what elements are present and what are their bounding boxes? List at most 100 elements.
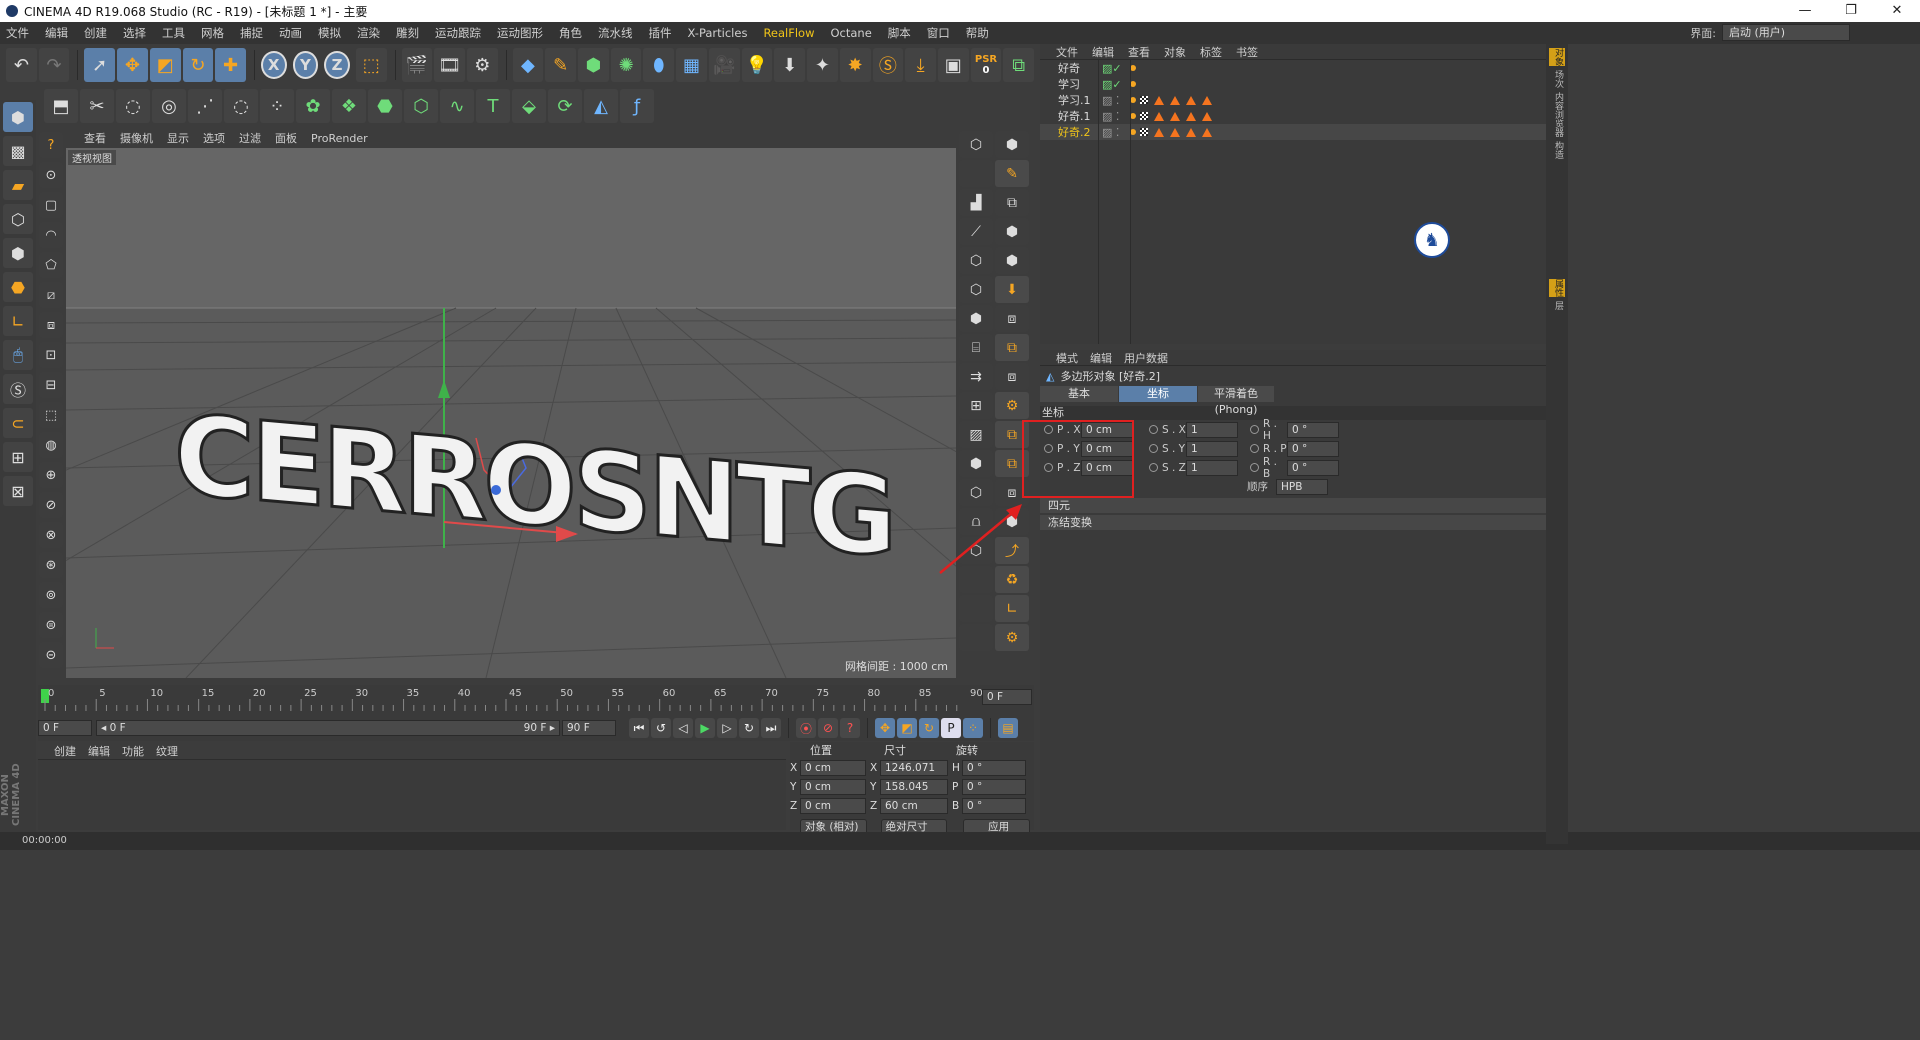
timeline-ruler[interactable]: 0 5 10 15 20 25 30 35 40 45 50 55 60 65 70 75 80 85 90 0 F — [38, 685, 1034, 715]
polygons-mode-icon[interactable]: ⬣ — [3, 272, 33, 302]
solo-icon[interactable]: Ⓢ — [3, 374, 33, 404]
vp-menu-options[interactable]: 选项 — [203, 130, 225, 146]
menu-plugins[interactable]: 插件 — [649, 25, 672, 41]
iron-icon[interactable]: ⊚ — [39, 582, 63, 608]
object-row[interactable]: 学习 ▨✓ — [1040, 76, 1546, 92]
menu-mograph[interactable]: 运动图形 — [497, 25, 543, 41]
play-icon[interactable]: ▶ — [695, 718, 715, 738]
slide-icon[interactable]: ⊘ — [39, 492, 63, 518]
minimize-button[interactable]: — — [1782, 0, 1828, 22]
om-menu-bookmarks[interactable]: 书签 — [1236, 44, 1258, 60]
mirror-icon[interactable]: ⊜ — [39, 612, 63, 638]
go-to-end-icon[interactable]: ⏭ — [761, 718, 781, 738]
om-menu-file[interactable]: 文件 — [1056, 44, 1078, 60]
fx-effector-icon[interactable]: ƒ — [620, 89, 654, 123]
tweak-mode-icon[interactable]: 🖱 — [3, 340, 33, 370]
snap-magnet-icon[interactable]: ⊂ — [3, 408, 33, 438]
subdivision-surface-icon[interactable]: ⬢ — [578, 48, 609, 82]
menu-select[interactable]: 选择 — [123, 25, 146, 41]
side-tool-chart-icon[interactable]: ▟ — [959, 189, 993, 216]
side-tool-layer-drop-icon[interactable]: ⧉ — [995, 334, 1029, 361]
record-key-icon[interactable]: ⦿ — [796, 718, 816, 738]
side-tab-takes[interactable]: 场次 — [1549, 70, 1565, 88]
coordinate-system-icon[interactable]: ⬚ — [355, 48, 387, 82]
vp-menu-display[interactable]: 显示 — [167, 130, 189, 146]
pos-z-field[interactable]: 0 cm — [800, 797, 866, 814]
side-tool-blank3-icon[interactable] — [959, 595, 993, 622]
extrude-icon[interactable]: ⬙ — [512, 89, 546, 123]
scale-icon[interactable]: ◩ — [149, 48, 181, 82]
fracture-icon[interactable]: ⬣ — [368, 89, 402, 123]
s-plugin-icon[interactable]: Ⓢ — [872, 48, 904, 82]
go-to-start-icon[interactable]: ⏮ — [629, 718, 649, 738]
close-button[interactable]: ✕ — [1874, 0, 1920, 22]
rh-animate-radio[interactable] — [1250, 425, 1259, 434]
side-tool-cube2-icon[interactable]: ⬢ — [995, 131, 1029, 158]
side-tool-blank-icon[interactable] — [959, 160, 993, 187]
sy-field[interactable]: 1 — [1186, 440, 1238, 457]
menu-animate[interactable]: 动画 — [279, 25, 302, 41]
texture-tag-icon[interactable] — [1140, 112, 1148, 120]
side-tool-pen-icon[interactable]: ✎ — [995, 160, 1029, 187]
side-tab-structure[interactable]: 构造 — [1549, 141, 1565, 159]
side-tool-box3-icon[interactable]: ⬡ — [959, 276, 993, 303]
side-tool-hex-icon[interactable]: ⬡ — [959, 247, 993, 274]
menu-mesh[interactable]: 网格 — [201, 25, 224, 41]
vp-menu-view[interactable]: 查看 — [84, 130, 106, 146]
render-picture-viewer-icon[interactable]: 🎞 — [434, 48, 465, 82]
side-tab-attributes[interactable]: 属性 — [1549, 279, 1565, 297]
side-tool-layer-gear-icon[interactable]: ⚙ — [995, 392, 1029, 419]
last-tool-icon[interactable]: ✚ — [215, 48, 246, 82]
size-z-field[interactable]: 60 cm — [880, 797, 948, 814]
normal-move-icon[interactable]: ⊝ — [39, 642, 63, 668]
size-x-field[interactable]: 1246.071 cm — [880, 759, 948, 788]
side-tab-objects[interactable]: 对象 — [1549, 48, 1565, 66]
tracer-icon[interactable]: ∿ — [440, 89, 474, 123]
model-mode-icon[interactable]: ⬢ — [3, 102, 33, 132]
axis-mode-icon[interactable]: ∟ — [3, 306, 33, 336]
menu-file[interactable]: 文件 — [6, 25, 29, 41]
side-tool-axis-icon[interactable]: ∟ — [995, 595, 1029, 622]
vp-menu-panel[interactable]: 面板 — [275, 130, 297, 146]
x-axis-lock-icon[interactable]: X — [260, 51, 287, 79]
frame-range-slider[interactable]: ◂ 0 F 90 F ▸ — [96, 720, 560, 736]
drop-to-floor-icon[interactable]: ⬇ — [774, 48, 806, 82]
menu-tools[interactable]: 工具 — [162, 25, 185, 41]
rb-field[interactable]: 0 ° — [1287, 459, 1339, 476]
mat-menu-create[interactable]: 创建 — [54, 743, 76, 759]
om-menu-tags[interactable]: 标签 — [1200, 44, 1222, 60]
om-menu-view[interactable]: 查看 — [1128, 44, 1150, 60]
quantize-icon[interactable]: ⊠ — [3, 476, 33, 506]
side-tool-cube-gear-icon[interactable]: ⚙ — [995, 624, 1029, 651]
menu-render[interactable]: 渲染 — [357, 25, 380, 41]
side-tool-box-icon[interactable]: ⬢ — [995, 218, 1029, 245]
menu-create[interactable]: 创建 — [84, 25, 107, 41]
spline-wrap-icon[interactable]: ⟳ — [548, 89, 582, 123]
object-row-selected[interactable]: 好奇.2 ▨ ⁚ — [1040, 124, 1546, 140]
select-cursor-icon[interactable]: ➚ — [84, 48, 116, 82]
side-tool-grid-icon[interactable]: ⊞ — [959, 392, 993, 419]
live-selection-icon[interactable]: ◌ — [116, 89, 150, 123]
magnet-icon[interactable]: ⊕ — [39, 462, 63, 488]
points-dotted-icon[interactable]: ⋰ — [188, 89, 222, 123]
rp-field[interactable]: 0 ° — [1287, 440, 1339, 457]
redo-icon[interactable]: ↷ — [38, 48, 70, 82]
vp-menu-filter[interactable]: 过滤 — [239, 130, 261, 146]
keyframe-selection-icon[interactable]: ? — [840, 718, 860, 738]
restore-button[interactable]: ❐ — [1828, 0, 1874, 22]
mat-menu-edit[interactable]: 编辑 — [88, 743, 110, 759]
side-tool-stairs-icon[interactable]: ⌸ — [959, 334, 993, 361]
undo-icon[interactable]: ↶ — [6, 48, 37, 82]
menu-help[interactable]: 帮助 — [966, 25, 989, 41]
menu-character[interactable]: 角色 — [559, 25, 582, 41]
freeze-transform-fold[interactable]: 冻结变换 — [1040, 515, 1546, 530]
side-tool-arrows-icon[interactable]: ⇉ — [959, 363, 993, 390]
texture-tag-icon[interactable] — [1140, 128, 1148, 136]
array-mograph-icon[interactable]: ✺ — [610, 48, 642, 82]
z-axis-lock-icon[interactable]: Z — [324, 51, 350, 79]
previous-key-icon[interactable]: ↺ — [651, 718, 671, 738]
circle-dotted-icon[interactable]: ◌ — [224, 89, 258, 123]
key-rotation-icon[interactable]: ↻ — [919, 718, 939, 738]
rh-field[interactable]: 0 ° — [1287, 421, 1339, 438]
start-frame-field[interactable]: 0 F — [38, 720, 92, 736]
